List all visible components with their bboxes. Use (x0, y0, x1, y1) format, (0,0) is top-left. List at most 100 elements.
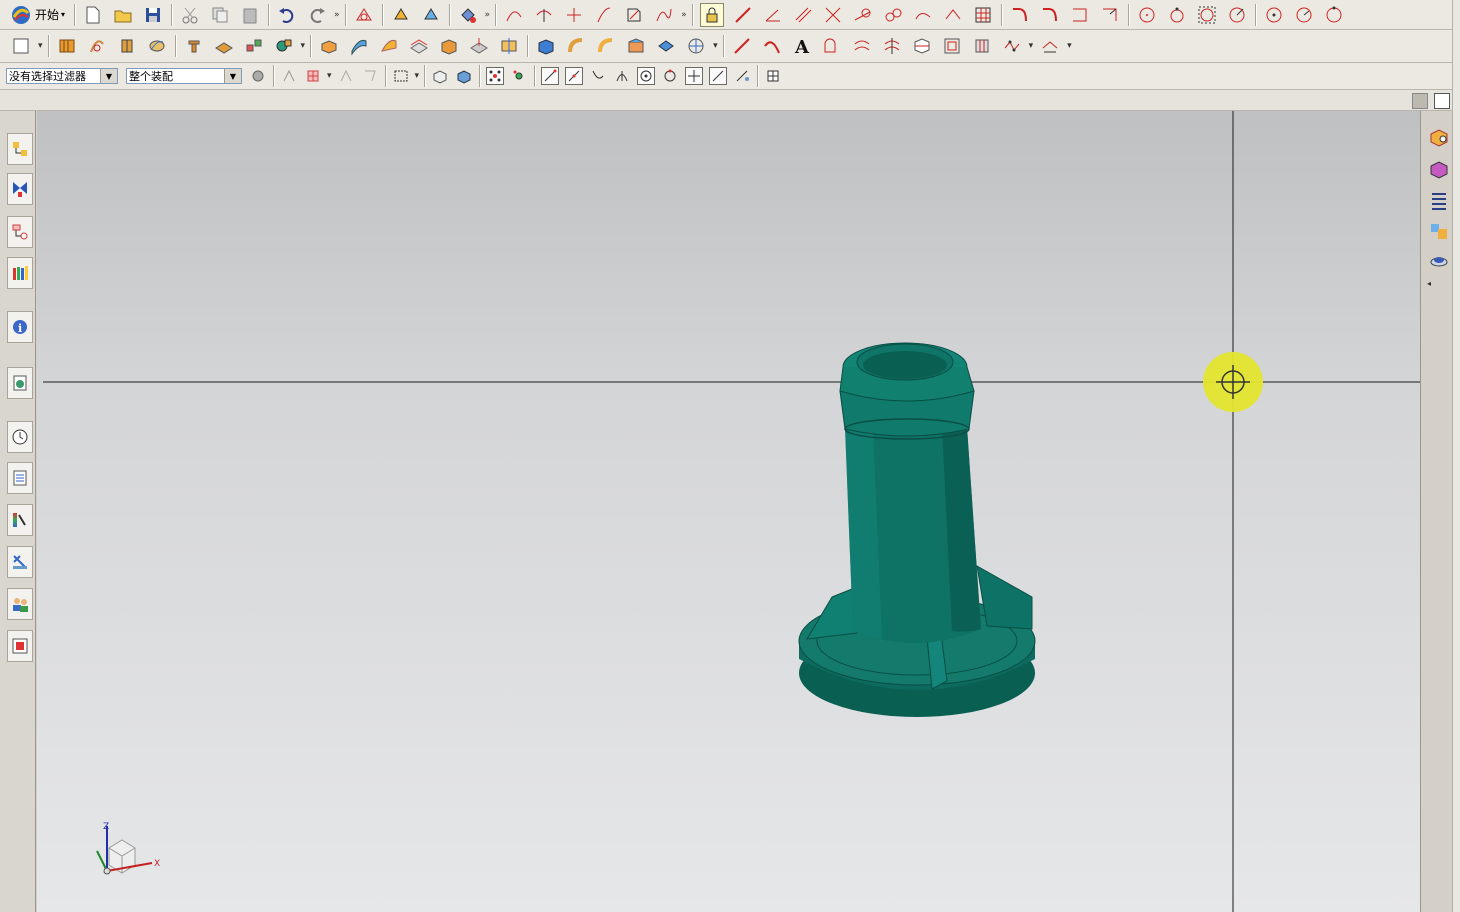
mesh-curve-icon[interactable] (972, 4, 994, 26)
sketch-icon[interactable] (353, 4, 375, 26)
endpoint-snap-icon[interactable] (541, 67, 560, 85)
chamfer-curve-icon[interactable] (942, 4, 964, 26)
constraint-navigator-icon[interactable] (7, 173, 33, 205)
offset-surface-icon[interactable] (408, 35, 430, 57)
section-curve-icon[interactable] (911, 35, 933, 57)
tangent-line-icon[interactable] (852, 4, 874, 26)
bridge-curve-icon[interactable] (623, 4, 645, 26)
arc-icon[interactable] (882, 4, 904, 26)
maximize-window-icon[interactable] (1434, 93, 1450, 109)
revolve-icon[interactable] (86, 35, 108, 57)
constraint-lock-icon[interactable] (699, 2, 724, 27)
restore-window-icon[interactable] (1412, 93, 1428, 109)
chevron-down-icon[interactable]: ▾ (1029, 41, 1034, 51)
surface-fill-icon[interactable] (378, 35, 400, 57)
blend-icon[interactable] (565, 35, 587, 57)
control-point-snap-icon[interactable] (589, 67, 607, 85)
chevron-down-icon[interactable]: ▾ (415, 71, 420, 81)
existing-point-snap-icon[interactable] (685, 67, 704, 85)
intersect-curve-icon[interactable] (881, 35, 903, 57)
new-sketch-icon[interactable] (10, 35, 32, 57)
chevron-down-icon[interactable]: ▾ (38, 41, 43, 51)
wireframe-view-icon[interactable] (431, 67, 449, 85)
select-all-icon[interactable] (304, 67, 322, 85)
point-on-curve-snap-icon[interactable] (709, 67, 728, 85)
project-curve-icon[interactable] (851, 35, 873, 57)
sweep-icon[interactable] (116, 35, 138, 57)
face-analysis-icon[interactable] (1427, 157, 1451, 181)
measure-body-icon[interactable] (685, 35, 707, 57)
selection-scope-dropdown[interactable]: 整个装配 ▼ (126, 68, 242, 84)
snap-settings-icon[interactable] (764, 67, 782, 85)
edge-blend-icon[interactable] (595, 35, 617, 57)
arc-center-icon[interactable] (1293, 4, 1315, 26)
selection-filter-dropdown[interactable]: 没有选择过滤器 ▼ (6, 68, 118, 84)
undo-icon[interactable] (276, 4, 298, 26)
arc-3pt-icon[interactable] (1323, 4, 1345, 26)
circle-icon[interactable] (1136, 4, 1158, 26)
spline-through-points-icon[interactable] (1001, 35, 1023, 57)
info-icon[interactable]: i (7, 311, 33, 343)
collapse-arrow-icon[interactable]: ◂ (1427, 279, 1431, 288)
snap-point-icon[interactable] (486, 67, 505, 85)
basic-curve-icon[interactable] (731, 35, 753, 57)
select-body-icon[interactable] (337, 67, 355, 85)
chevron-down-icon[interactable]: ▾ (327, 71, 332, 81)
toolbar-overflow[interactable]: » (681, 10, 687, 20)
roles-icon[interactable] (7, 588, 33, 620)
chevron-down-icon[interactable]: ▾ (301, 41, 306, 51)
thicken-icon[interactable] (468, 35, 490, 57)
circle-center-icon[interactable] (1263, 4, 1285, 26)
point-constructor-icon[interactable] (510, 67, 528, 85)
cut-icon[interactable] (179, 4, 201, 26)
graphics-window[interactable]: Z X (37, 111, 1420, 912)
start-menu-button[interactable]: 开始 ▾ (10, 4, 65, 26)
corner-icon[interactable] (1069, 4, 1091, 26)
fillet-curve-icon[interactable] (912, 4, 934, 26)
trim-curve-icon[interactable] (533, 4, 555, 26)
history-icon[interactable] (7, 421, 33, 453)
fillet-icon[interactable] (1009, 4, 1031, 26)
extend-curve-icon[interactable] (563, 4, 585, 26)
shaded-view-icon[interactable] (455, 67, 473, 85)
rectangle-select-icon[interactable] (392, 67, 410, 85)
line-icon[interactable] (732, 4, 754, 26)
chamfer-icon[interactable] (655, 35, 677, 57)
isoparametric-curve-icon[interactable] (971, 35, 993, 57)
chevron-down-icon[interactable]: ▾ (713, 41, 718, 51)
round-corner-icon[interactable] (1039, 4, 1061, 26)
part-navigator-icon[interactable] (7, 216, 33, 248)
circle-tangent-icon[interactable] (1196, 4, 1218, 26)
offset-curve-icon[interactable] (593, 4, 615, 26)
assembly-navigator-icon[interactable] (7, 133, 33, 165)
toolbar-overflow[interactable]: » (485, 10, 491, 20)
datum-icon[interactable] (273, 35, 295, 57)
web-browser-icon[interactable] (7, 367, 33, 399)
visualization-icon[interactable] (7, 504, 33, 536)
process-studio-icon[interactable] (7, 462, 33, 494)
offset-curve-in-face-icon[interactable] (821, 35, 843, 57)
midpoint-snap-icon[interactable] (565, 67, 584, 85)
make-corner-icon[interactable] (1099, 4, 1121, 26)
spline-icon[interactable] (653, 4, 675, 26)
materials-icon[interactable] (1427, 219, 1451, 243)
point-on-face-snap-icon[interactable] (733, 67, 751, 85)
parallel-line-icon[interactable] (792, 4, 814, 26)
edit-feature-icon[interactable] (420, 4, 442, 26)
save-icon[interactable] (142, 4, 164, 26)
copy-icon[interactable] (209, 4, 231, 26)
trim-body-icon[interactable] (498, 35, 520, 57)
reuse-library-icon[interactable] (7, 257, 33, 289)
extract-curve-icon[interactable] (941, 35, 963, 57)
text-icon[interactable]: A (791, 35, 813, 57)
draft-icon[interactable] (625, 35, 647, 57)
list-view-icon[interactable] (1427, 189, 1451, 213)
toolbar-overflow[interactable]: » (334, 10, 340, 20)
select-features-icon[interactable] (280, 67, 298, 85)
analysis-icon[interactable] (457, 4, 479, 26)
select-face-icon[interactable] (361, 67, 379, 85)
arc-curve-icon[interactable] (761, 35, 783, 57)
tube-icon[interactable] (146, 35, 168, 57)
circle-radius-icon[interactable] (1226, 4, 1248, 26)
angle-line-icon[interactable] (762, 4, 784, 26)
